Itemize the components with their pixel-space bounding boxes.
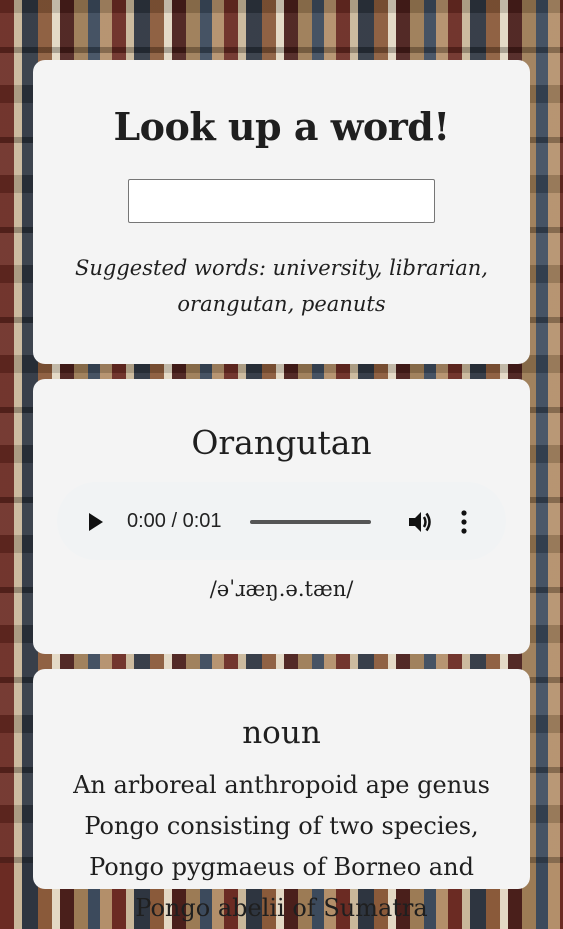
definition-card: noun An arboreal anthropoid ape genus Po… bbox=[33, 669, 530, 922]
play-icon[interactable] bbox=[89, 513, 103, 531]
audio-player[interactable]: 0:00 / 0:01 bbox=[57, 482, 506, 560]
word-card: Orangutan 0:00 / 0:01 /əˈɹæŋ.ə.tæn/ bbox=[33, 379, 530, 654]
search-card: Look up a word! Suggested words: univers… bbox=[33, 60, 530, 364]
more-options-icon[interactable] bbox=[461, 510, 467, 534]
definition-text: An arboreal anthropoid ape genus Pongo c… bbox=[73, 771, 490, 922]
phonetic-text: /əˈɹæŋ.ə.tæn/ bbox=[209, 577, 354, 601]
part-of-speech: noun bbox=[242, 715, 321, 751]
audio-progress-slider[interactable] bbox=[250, 520, 371, 524]
suggested-words: Suggested words: university, librarian, … bbox=[75, 256, 488, 316]
word-heading: Orangutan bbox=[191, 423, 372, 462]
audio-time: 0:00 / 0:01 bbox=[127, 510, 222, 532]
volume-icon[interactable] bbox=[407, 510, 433, 534]
page-title: Look up a word! bbox=[113, 104, 450, 149]
search-input[interactable] bbox=[128, 179, 435, 223]
